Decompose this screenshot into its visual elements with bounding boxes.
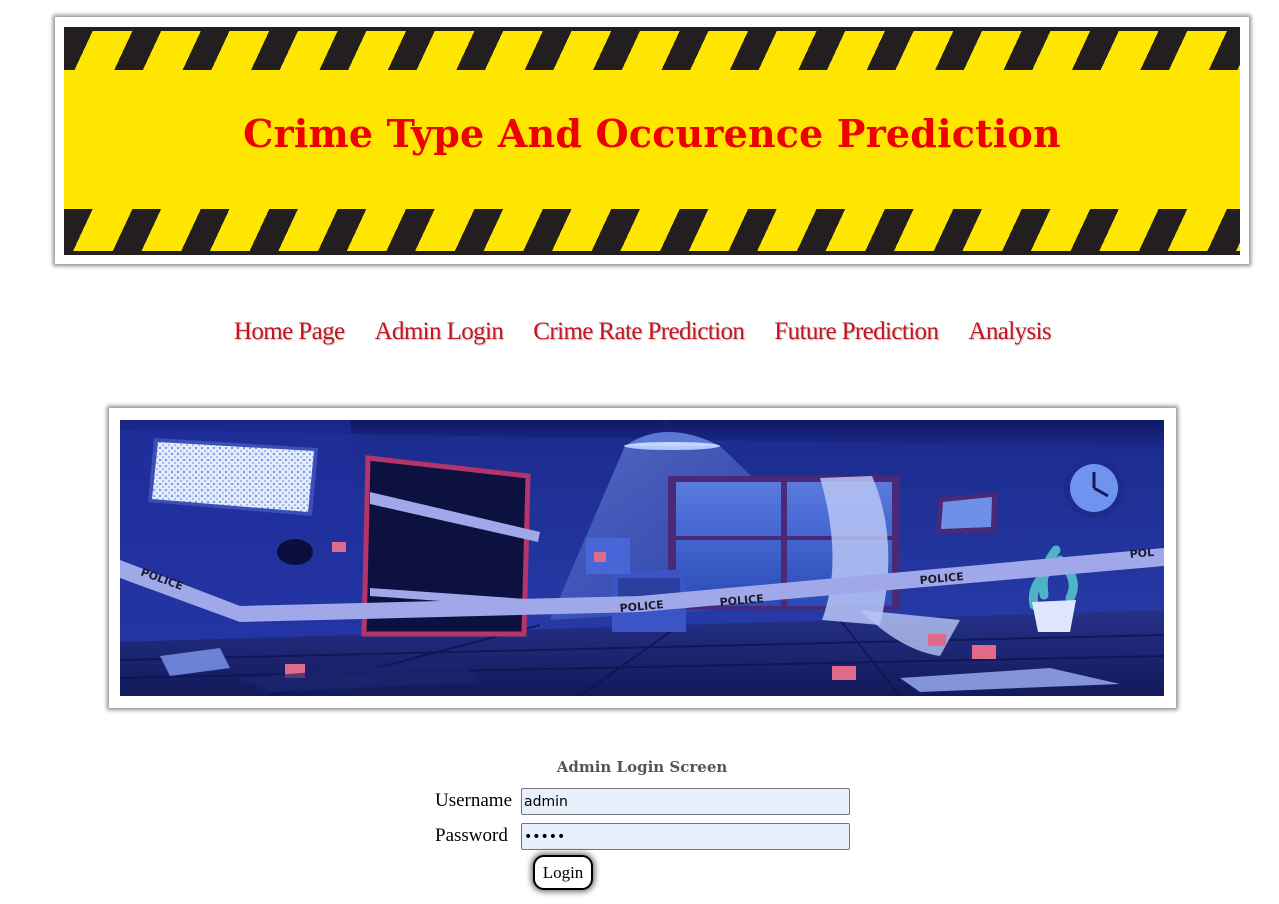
svg-text:POL: POL — [1129, 546, 1154, 561]
password-input[interactable] — [521, 823, 850, 850]
caution-stripes-bottom — [64, 209, 1240, 251]
nav-crime-rate-prediction[interactable]: Crime Rate Prediction — [533, 318, 745, 346]
login-button[interactable]: Login — [533, 855, 593, 890]
login-heading: Admin Login Screen — [556, 758, 728, 776]
tape-edge-bottom — [64, 251, 1240, 255]
crime-scene-illustration: POLICE POLICE POLICE POL POLICE — [120, 420, 1164, 696]
caution-stripes-top — [64, 31, 1240, 70]
main-nav: Home Page Admin Login Crime Rate Predict… — [0, 318, 1279, 346]
nav-home-page[interactable]: Home Page — [234, 318, 345, 346]
header-banner: Crime Type And Occurence Prediction — [55, 17, 1249, 264]
site-title: Crime Type And Occurence Prediction — [243, 111, 1061, 156]
nav-admin-login[interactable]: Admin Login — [374, 318, 503, 346]
nav-analysis[interactable]: Analysis — [968, 318, 1051, 346]
username-label: Username — [435, 790, 513, 811]
crime-scene-image: POLICE POLICE POLICE POL POLICE — [120, 420, 1164, 696]
username-input[interactable] — [521, 788, 850, 815]
caution-tape: Crime Type And Occurence Prediction — [64, 27, 1240, 255]
password-label: Password — [435, 825, 508, 846]
crime-scene-frame: POLICE POLICE POLICE POL POLICE — [109, 408, 1176, 708]
nav-future-prediction[interactable]: Future Prediction — [774, 318, 939, 346]
